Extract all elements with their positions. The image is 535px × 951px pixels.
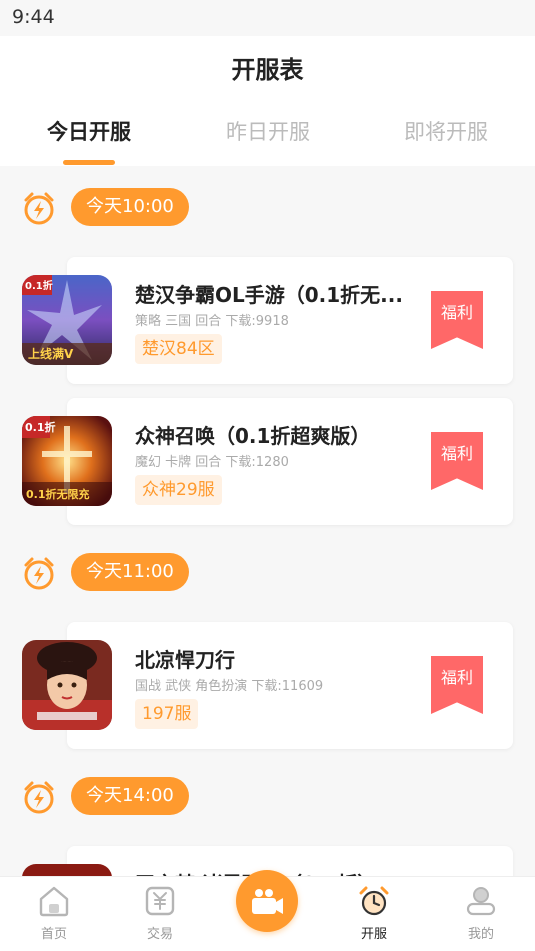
active-tab-indicator — [63, 160, 115, 165]
alarm-clock-icon — [24, 192, 54, 225]
server-tag: 众神29服 — [135, 475, 222, 505]
alarm-clock-icon — [359, 886, 389, 916]
nav-label: 开服 — [360, 927, 387, 942]
user-icon — [466, 887, 496, 916]
game-meta: 魔幻 卡牌 回合 下载:1280 — [135, 455, 289, 470]
nav-home[interactable]: 首页 — [14, 885, 94, 942]
discount-badge: 0.1折 — [25, 281, 53, 292]
nav-mine[interactable]: 我的 — [441, 885, 521, 942]
video-icon — [252, 889, 283, 914]
welfare-button[interactable]: 福利 — [431, 432, 483, 490]
welfare-label: 福利 — [440, 303, 473, 322]
welfare-label: 福利 — [440, 668, 473, 687]
tab-upcoming[interactable]: 即将开服 — [376, 116, 516, 146]
discount-badge: 0.1折 — [25, 421, 56, 434]
page-title: 开服表 — [231, 56, 304, 84]
header: 开服表 今日开服 昨日开服 即将开服 — [0, 36, 535, 166]
game-card[interactable]: 众神召唤（0.1折超爽版） 魔幻 卡牌 回合 下载:1280 众神29服 福利 — [67, 398, 513, 525]
game-meta: 策略 三国 回合 下载:9918 — [135, 314, 289, 329]
game-art-icon — [22, 640, 112, 730]
icon-caption: 上线满V — [28, 347, 74, 361]
game-icon[interactable]: 0.1折 上线满V — [22, 275, 112, 365]
nav-trade[interactable]: 交易 — [120, 885, 200, 942]
game-meta: 国战 武侠 角色扮演 下载:11609 — [135, 679, 324, 694]
nav-label: 交易 — [146, 927, 173, 942]
nav-label: 首页 — [40, 927, 67, 942]
status-time: 9:44 — [12, 6, 55, 28]
game-name: 众神召唤（0.1折超爽版） — [135, 424, 371, 448]
tab-yesterday[interactable]: 昨日开服 — [198, 116, 338, 146]
nav-open-server[interactable]: 开服 — [334, 885, 414, 942]
status-bar: 9:44 — [0, 0, 535, 36]
game-name: 北凉悍刀行 — [135, 648, 235, 672]
trade-icon — [145, 886, 175, 916]
alarm-clock-icon — [24, 557, 54, 590]
game-name: 楚汉争霸OL手游（0.1折无... — [135, 283, 403, 307]
time-group-header: 今天11:00 — [0, 553, 535, 593]
game-card[interactable]: 楚汉争霸OL手游（0.1折无... 策略 三国 回合 下载:9918 楚汉84区… — [67, 257, 513, 384]
welfare-label: 福利 — [440, 444, 473, 463]
time-pill: 今天11:00 — [71, 553, 189, 591]
time-group-header: 今天14:00 — [0, 777, 535, 817]
server-tag: 楚汉84区 — [135, 334, 222, 364]
alarm-clock-icon — [24, 781, 54, 814]
home-icon — [39, 886, 69, 917]
game-icon[interactable] — [22, 640, 112, 730]
game-art-icon — [22, 864, 112, 876]
time-pill: 今天10:00 — [71, 188, 189, 226]
server-list[interactable]: 今天10:00 楚汉争霸OL手游（0.1折无... 策略 三国 回合 下载:99… — [0, 166, 535, 876]
icon-caption: 0.1折无限充 — [26, 488, 90, 501]
video-center-button[interactable] — [236, 870, 298, 932]
game-card[interactable]: 北凉悍刀行 国战 武侠 角色扮演 下载:11609 197服 福利 — [67, 622, 513, 749]
server-tag: 197服 — [135, 699, 199, 729]
game-icon[interactable]: 0.1折 0.1折无限充 — [22, 416, 112, 506]
game-icon[interactable] — [22, 864, 112, 876]
time-group-header: 今天10:00 — [0, 188, 535, 228]
nav-label: 我的 — [467, 927, 494, 942]
welfare-button[interactable]: 福利 — [431, 291, 483, 349]
welfare-button[interactable]: 福利 — [431, 656, 483, 714]
bottom-tab-bar: 首页 交易 开服 我的 — [0, 870, 535, 951]
tab-today[interactable]: 今日开服 — [19, 116, 159, 146]
time-pill: 今天14:00 — [71, 777, 189, 815]
